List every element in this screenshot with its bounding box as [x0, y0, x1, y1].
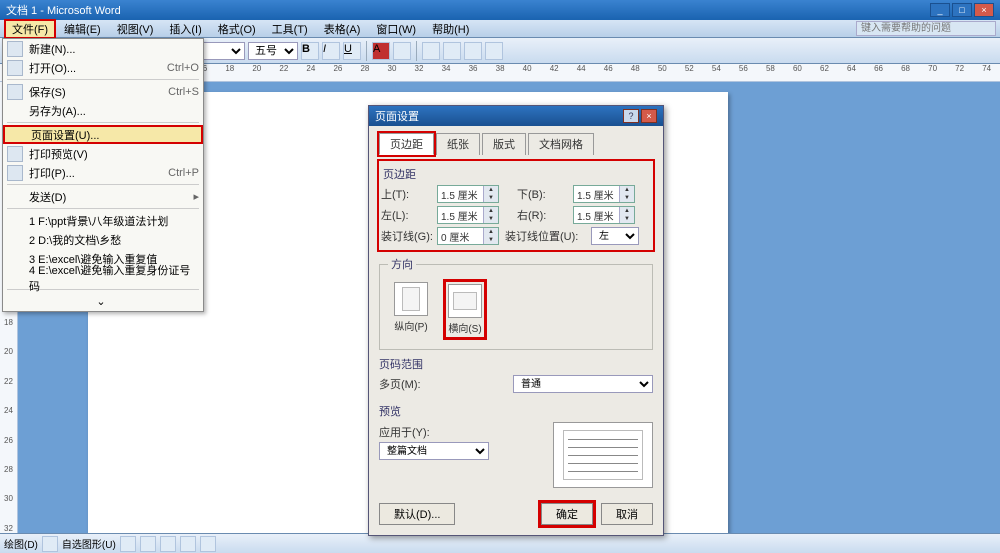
- tab-margins[interactable]: 页边距: [379, 133, 434, 155]
- menu-tools[interactable]: 工具(T): [264, 19, 316, 39]
- pages-legend: 页码范围: [379, 356, 653, 372]
- label-left: 左(L):: [381, 207, 433, 223]
- menu-insert[interactable]: 插入(I): [161, 19, 209, 39]
- menubar: 文件(F) 编辑(E) 视图(V) 插入(I) 格式(O) 工具(T) 表格(A…: [0, 20, 1000, 38]
- label-bottom: 下(B):: [517, 186, 569, 202]
- size-select[interactable]: 五号: [248, 42, 298, 60]
- applyto-select[interactable]: 整篇文档: [379, 442, 489, 460]
- gutter-pos-select[interactable]: 左: [591, 227, 639, 245]
- arrow-icon[interactable]: [140, 536, 156, 552]
- label-applyto: 应用于(Y):: [379, 424, 489, 440]
- disk-icon: [7, 84, 23, 100]
- menu-expand[interactable]: ⌄: [3, 292, 203, 311]
- dialog-title: 页面设置: [375, 108, 419, 124]
- drawing-toolbar: 绘图(D) 自选图形(U): [0, 533, 1000, 553]
- rect-icon[interactable]: [160, 536, 176, 552]
- label-right: 右(R):: [517, 207, 569, 223]
- textbox-icon[interactable]: [200, 536, 216, 552]
- menu-open[interactable]: 打开(O)...Ctrl+O: [3, 58, 203, 77]
- menu-table[interactable]: 表格(A): [316, 19, 369, 39]
- menu-help[interactable]: 帮助(H): [424, 19, 477, 39]
- new-icon: [7, 41, 23, 57]
- dialog-titlebar[interactable]: 页面设置 ? ×: [369, 106, 663, 126]
- default-button[interactable]: 默认(D)...: [379, 503, 455, 525]
- maximize-button[interactable]: □: [952, 3, 972, 17]
- underline-icon[interactable]: U: [343, 42, 361, 60]
- folder-icon: [7, 60, 23, 76]
- autoshape-menu[interactable]: 自选图形(U): [62, 536, 116, 551]
- align-center-icon[interactable]: [443, 42, 461, 60]
- page-setup-dialog: 页面设置 ? × 页边距 纸张 版式 文档网格 页边距 上(T): 1.5 厘米…: [368, 105, 664, 536]
- orientation-landscape[interactable]: 横向(S): [446, 282, 484, 337]
- printer-icon: [7, 165, 23, 181]
- tab-layout[interactable]: 版式: [482, 133, 526, 155]
- multipage-select[interactable]: 普通: [513, 375, 653, 393]
- cancel-button[interactable]: 取消: [601, 503, 653, 525]
- border-icon[interactable]: [393, 42, 411, 60]
- file-menu-dropdown: 新建(N)... 打开(O)...Ctrl+O 保存(S)Ctrl+S 另存为(…: [2, 38, 204, 312]
- tab-grid[interactable]: 文档网格: [528, 133, 594, 155]
- orientation-portrait[interactable]: 纵向(P): [394, 282, 428, 333]
- menu-send[interactable]: 发送(D)▸: [3, 187, 203, 206]
- italic-icon[interactable]: I: [322, 42, 340, 60]
- menu-edit[interactable]: 编辑(E): [56, 19, 109, 39]
- minimize-button[interactable]: _: [930, 3, 950, 17]
- align-right-icon[interactable]: [464, 42, 482, 60]
- label-multipage: 多页(M):: [379, 376, 439, 392]
- align-justify-icon[interactable]: [485, 42, 503, 60]
- menu-save[interactable]: 保存(S)Ctrl+S: [3, 82, 203, 101]
- margin-left-input[interactable]: 1.5 厘米▲▼: [437, 206, 499, 224]
- margin-bottom-input[interactable]: 1.5 厘米▲▼: [573, 185, 635, 203]
- preview-icon: [7, 146, 23, 162]
- dialog-close-button[interactable]: ×: [641, 109, 657, 123]
- dialog-tabs: 页边距 纸张 版式 文档网格: [379, 132, 653, 154]
- help-search-input[interactable]: [856, 21, 996, 36]
- label-top: 上(T):: [381, 186, 433, 202]
- titlebar: 文档 1 - Microsoft Word _ □ ×: [0, 0, 1000, 20]
- orientation-group: 方向 纵向(P) 横向(S): [379, 256, 653, 350]
- font-color-icon[interactable]: A: [372, 42, 390, 60]
- menu-format[interactable]: 格式(O): [210, 19, 264, 39]
- menu-recent-2[interactable]: 2 D:\我的文档\乡愁: [3, 230, 203, 249]
- orientation-legend: 方向: [388, 256, 416, 272]
- oval-icon[interactable]: [180, 536, 196, 552]
- menu-file[interactable]: 文件(F): [4, 19, 56, 39]
- margin-right-input[interactable]: 1.5 厘米▲▼: [573, 206, 635, 224]
- close-button[interactable]: ×: [974, 3, 994, 17]
- gutter-input[interactable]: 0 厘米▲▼: [437, 227, 499, 245]
- app-title: 文档 1 - Microsoft Word: [6, 2, 121, 18]
- ok-button[interactable]: 确定: [541, 503, 593, 525]
- align-left-icon[interactable]: [422, 42, 440, 60]
- help-button[interactable]: ?: [623, 109, 639, 123]
- pointer-icon[interactable]: [42, 536, 58, 552]
- margins-legend: 页边距: [383, 166, 651, 182]
- draw-menu[interactable]: 绘图(D): [4, 536, 38, 551]
- bold-icon[interactable]: B: [301, 42, 319, 60]
- menu-page-setup[interactable]: 页面设置(U)...: [3, 125, 203, 144]
- menu-recent-4[interactable]: 4 E:\excel\避免输入重复身份证号码: [3, 268, 203, 287]
- menu-view[interactable]: 视图(V): [109, 19, 162, 39]
- label-gutter: 装订线(G):: [381, 228, 433, 244]
- menu-print-preview[interactable]: 打印预览(V): [3, 144, 203, 163]
- preview-legend: 预览: [379, 403, 653, 419]
- margin-top-input[interactable]: 1.5 厘米▲▼: [437, 185, 499, 203]
- preview-pane: [553, 422, 653, 488]
- tab-paper[interactable]: 纸张: [436, 133, 480, 155]
- menu-saveas[interactable]: 另存为(A)...: [3, 101, 203, 120]
- menu-new[interactable]: 新建(N)...: [3, 39, 203, 58]
- menu-print[interactable]: 打印(P)...Ctrl+P: [3, 163, 203, 182]
- menu-recent-1[interactable]: 1 F:\ppt背景\八年级道法计划: [3, 211, 203, 230]
- label-gutter-pos: 装订线位置(U):: [505, 228, 587, 244]
- line-icon[interactable]: [120, 536, 136, 552]
- preview-group: 预览 应用于(Y): 整篇文档: [379, 399, 653, 495]
- menu-window[interactable]: 窗口(W): [368, 19, 424, 39]
